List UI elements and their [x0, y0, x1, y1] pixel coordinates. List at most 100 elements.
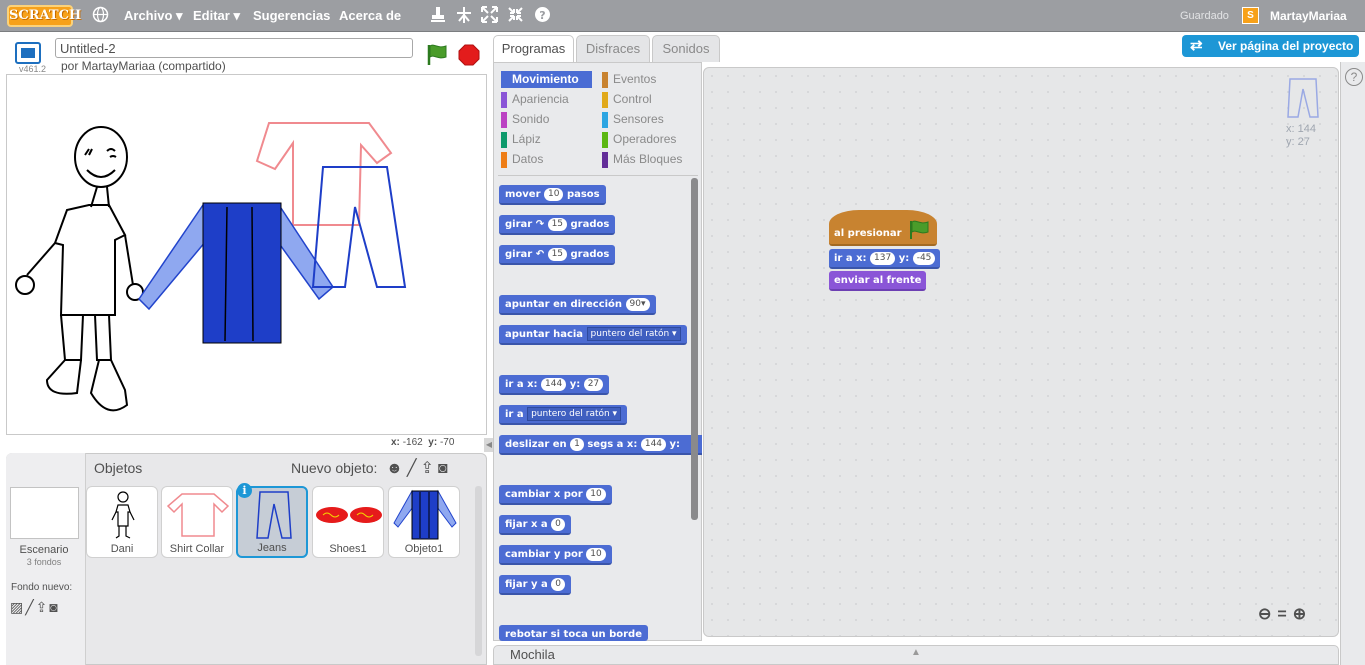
category-looks[interactable]: Apariencia — [501, 91, 569, 108]
block-glide[interactable]: deslizar en 1 segs a x: 144 y: — [499, 435, 702, 455]
help-icon[interactable]: ? — [534, 6, 551, 28]
refresh-arrows-icon: ⇄ — [1190, 37, 1203, 54]
mouse-coordinates: x: -162 y: -70 — [391, 437, 455, 448]
scratch-logo[interactable]: SCRATCH — [7, 5, 81, 27]
current-sprite-preview — [1287, 77, 1319, 122]
sprites-title: Objetos — [94, 460, 143, 476]
turn-left-icon: ↶ — [535, 249, 545, 260]
zoom-in-icon[interactable]: ⊕ — [1293, 606, 1312, 623]
shoes-thumbnail — [316, 507, 382, 523]
sprite-tile-dani[interactable]: Dani — [86, 486, 158, 558]
see-project-page-button[interactable]: ⇄ Ver página del proyecto — [1182, 35, 1359, 57]
tab-sounds[interactable]: Sonidos — [652, 35, 720, 62]
block-change-x[interactable]: cambiar x por 10 — [499, 485, 612, 505]
stage-label: Escenario — [19, 544, 69, 556]
sprite-name: Shirt Collar — [169, 543, 225, 555]
tab-costumes[interactable]: Disfraces — [576, 35, 650, 62]
turn-right-icon: ↷ — [535, 219, 545, 230]
block-turn-left[interactable]: girar ↶ 15 grados — [499, 245, 616, 265]
sprite-name: Dani — [110, 543, 134, 555]
svg-text:?: ? — [539, 9, 545, 22]
green-flag-icon[interactable] — [426, 43, 448, 70]
sprite-tile-shoes1[interactable]: Shoes1 — [312, 486, 384, 558]
objeto1-thumbnail — [393, 489, 457, 540]
block-go-to[interactable]: ir a puntero del ratón ▾ — [499, 405, 628, 425]
menu-tips[interactable]: Sugerencias — [253, 8, 330, 23]
backpack-label: Mochila — [510, 647, 555, 662]
project-title-input[interactable] — [55, 38, 413, 58]
block-script-go-to-front[interactable]: enviar al frente — [829, 271, 927, 291]
menubar: SCRATCH Archivo ▾ Editar ▾ Sugerencias A… — [0, 0, 1365, 32]
block-bounce[interactable]: rebotar si toca un borde — [499, 625, 648, 641]
user-avatar-icon[interactable]: S — [1242, 7, 1259, 24]
saved-status: Guardado — [1180, 10, 1229, 22]
block-turn-right[interactable]: girar ↷ 15 grados — [499, 215, 616, 235]
dani-thumbnail — [111, 491, 135, 539]
category-operators[interactable]: Operadores — [602, 131, 676, 148]
sprite-paint-icon[interactable]: ╱ — [407, 460, 421, 477]
block-move[interactable]: mover 10 pasos — [499, 185, 606, 205]
backdrop-library-icon[interactable]: ▨ — [10, 599, 25, 615]
cut-icon[interactable] — [455, 6, 473, 29]
shrink-icon[interactable] — [507, 6, 524, 28]
stage-backdrop-count: 3 fondos — [26, 557, 62, 567]
backdrop-camera-icon[interactable]: ◙ — [49, 599, 59, 615]
sprite-pane-scrollbar[interactable] — [475, 486, 482, 656]
username-menu[interactable]: MartayMariaa — [1270, 9, 1347, 23]
sprite-camera-icon[interactable]: ◙ — [438, 460, 452, 477]
block-script-go-to-xy[interactable]: ir a x: 137 y: -45 — [829, 249, 941, 269]
sprite-library-icon[interactable]: ☻ — [386, 460, 407, 477]
menu-edit[interactable]: Editar ▾ — [193, 8, 240, 24]
zoom-reset-icon[interactable]: = — [1277, 606, 1292, 623]
palette-divider — [498, 175, 698, 176]
category-motion[interactable]: Movimiento — [501, 71, 592, 88]
sprite-info-icon[interactable]: i — [237, 483, 252, 498]
stage-canvas[interactable] — [6, 74, 487, 435]
zoom-out-icon[interactable]: ⊖ — [1258, 606, 1277, 623]
menu-file[interactable]: Archivo ▾ — [124, 8, 183, 24]
sprite-tile-shirt-collar[interactable]: Shirt Collar — [161, 486, 233, 558]
sprite-tile-objeto1[interactable]: Objeto1 — [388, 486, 460, 558]
backdrop-paint-icon[interactable]: ╱ — [25, 599, 35, 615]
category-pen[interactable]: Lápiz — [501, 131, 541, 148]
block-change-y[interactable]: cambiar y por 10 — [499, 545, 612, 565]
tips-help-icon[interactable]: ? — [1345, 68, 1363, 86]
new-backdrop-tools: ▨╱⇪◙ — [10, 599, 60, 616]
backpack-expand-icon[interactable]: ▲ — [911, 647, 921, 658]
stamp-icon[interactable] — [430, 6, 446, 29]
category-sensing[interactable]: Sensores — [602, 111, 664, 128]
new-sprite-tools: ☻╱⇪◙ — [386, 458, 452, 478]
block-point-direction[interactable]: apuntar en dirección 90▾ — [499, 295, 656, 315]
presentation-mode-button[interactable] — [15, 42, 41, 64]
zoom-controls: ⊖=⊕ — [1258, 604, 1312, 624]
palette-scrollbar[interactable] — [691, 178, 698, 520]
block-set-y[interactable]: fijar y a 0 — [499, 575, 571, 595]
backdrop-upload-icon[interactable]: ⇪ — [36, 599, 50, 615]
author-line: por MartayMariaa (compartido) — [61, 59, 226, 73]
block-set-x[interactable]: fijar x a 0 — [499, 515, 571, 535]
category-more-blocks[interactable]: Más Bloques — [602, 151, 682, 168]
tab-scripts[interactable]: Programas — [493, 35, 574, 64]
category-control[interactable]: Control — [602, 91, 652, 108]
globe-icon[interactable] — [92, 6, 109, 28]
category-data[interactable]: Datos — [501, 151, 543, 168]
stage-thumbnail[interactable] — [10, 487, 79, 539]
menu-about[interactable]: Acerca de — [339, 8, 401, 23]
help-sidebar — [1340, 62, 1365, 665]
block-go-to-xy[interactable]: ir a x: 144 y: 27 — [499, 375, 610, 395]
block-when-flag-clicked[interactable]: al presionar — [829, 210, 937, 246]
category-sound[interactable]: Sonido — [501, 111, 549, 128]
category-events[interactable]: Eventos — [602, 71, 656, 88]
scripts-area[interactable] — [703, 67, 1339, 637]
current-sprite-coords: x: 144 y: 27 — [1286, 123, 1316, 148]
stop-icon[interactable] — [458, 44, 480, 69]
shirt-thumbnail — [166, 493, 230, 537]
grow-icon[interactable] — [481, 6, 498, 28]
jeans-thumbnail — [256, 491, 292, 539]
sprite-name: Shoes1 — [329, 543, 367, 555]
sprite-upload-icon[interactable]: ⇪ — [420, 460, 437, 477]
green-flag-icon — [910, 220, 929, 239]
block-point-towards[interactable]: apuntar hacia puntero del ratón ▾ — [499, 325, 687, 345]
new-backdrop-label: Fondo nuevo: — [11, 582, 73, 593]
sprite-name: Objeto1 — [404, 543, 444, 555]
